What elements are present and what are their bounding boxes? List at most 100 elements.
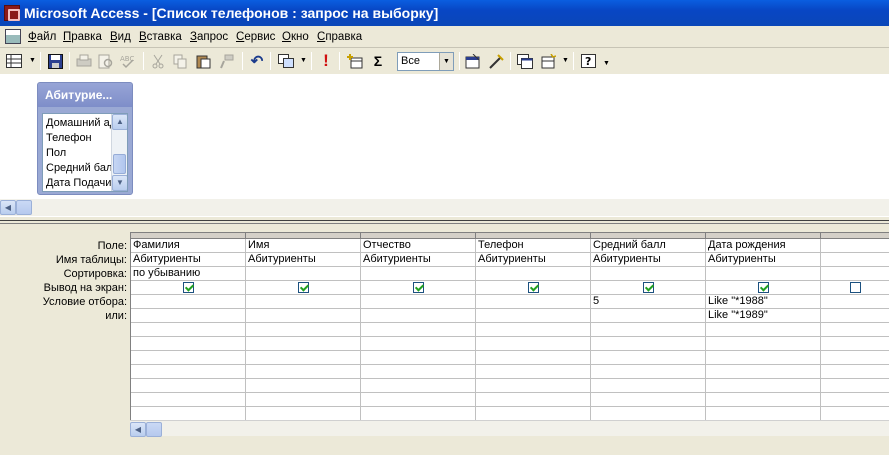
show-table-icon[interactable] (345, 51, 365, 71)
grid-cell-empty[interactable] (706, 379, 821, 393)
grid-cell-sort[interactable] (706, 267, 821, 281)
grid-cell-empty[interactable] (591, 407, 706, 421)
grid-cell-empty[interactable] (821, 351, 889, 365)
menu-5[interactable]: Сервис (236, 29, 275, 45)
grid-cell-or[interactable] (246, 309, 361, 323)
show-cell[interactable] (591, 281, 706, 295)
grid-cell-or[interactable] (591, 309, 706, 323)
grid-cell-empty[interactable] (131, 351, 246, 365)
grid-cell-or[interactable] (131, 309, 246, 323)
grid-cell-empty[interactable] (361, 351, 476, 365)
grid-cell-empty[interactable] (821, 393, 889, 407)
menu-0[interactable]: Файл (28, 29, 56, 45)
grid-cell-empty[interactable] (361, 365, 476, 379)
grid-cell-empty[interactable] (361, 407, 476, 421)
grid-cell-empty[interactable] (821, 337, 889, 351)
toolbar-options-icon[interactable]: ▼ (603, 60, 610, 67)
grid-cell-empty[interactable] (476, 337, 591, 351)
grid-cell-empty[interactable] (706, 365, 821, 379)
grid-cell-empty[interactable] (476, 351, 591, 365)
grid-cell-empty[interactable] (131, 393, 246, 407)
grid-cell-criteria[interactable] (361, 295, 476, 309)
copy-icon[interactable] (170, 51, 190, 71)
field-list-item[interactable]: Домашний адрес (46, 116, 112, 131)
menu-1[interactable]: Правка (63, 29, 102, 45)
grid-cell-empty[interactable] (591, 323, 706, 337)
grid-cell-empty[interactable] (476, 393, 591, 407)
grid-cell-table[interactable]: Абитуриенты (131, 253, 246, 267)
undo-icon[interactable]: ↶ (247, 51, 267, 71)
query-type-icon[interactable] (276, 51, 296, 71)
field-list-window[interactable]: Абитурие... Домашний адресТелефонПолСред… (37, 82, 133, 195)
pane-splitter[interactable] (0, 216, 889, 224)
menu-3[interactable]: Вставка (139, 29, 182, 45)
grid-cell-empty[interactable] (821, 379, 889, 393)
menu-4[interactable]: Запрос (190, 29, 228, 45)
grid-cell-empty[interactable] (706, 351, 821, 365)
grid-cell-table[interactable]: Абитуриенты (246, 253, 361, 267)
grid-cell-sort[interactable] (246, 267, 361, 281)
show-checkbox[interactable] (412, 282, 424, 293)
grid-cell-empty[interactable] (476, 407, 591, 421)
grid-cell-empty[interactable] (706, 407, 821, 421)
design-grid[interactable]: Фамилия Абитуриенты по убыванию Имя Абитурие… (130, 232, 889, 421)
properties-icon[interactable] (463, 51, 483, 71)
grid-cell-empty[interactable] (361, 337, 476, 351)
show-checkbox[interactable] (642, 282, 654, 293)
show-checkbox[interactable] (849, 282, 861, 293)
grid-cell-empty[interactable] (246, 323, 361, 337)
grid-cell-field[interactable]: Имя (246, 239, 361, 253)
grid-cell-table[interactable]: Абитуриенты (476, 253, 591, 267)
grid-cell-empty[interactable] (591, 351, 706, 365)
save-icon[interactable] (45, 51, 65, 71)
grid-cell-field[interactable]: Дата рождения (706, 239, 821, 253)
format-painter-icon[interactable] (216, 51, 236, 71)
field-list-item[interactable]: Средний балл (46, 161, 112, 176)
menu-2[interactable]: Вид (110, 29, 131, 45)
table-pane-scroll-thumb[interactable] (16, 200, 32, 215)
grid-cell-empty[interactable] (246, 351, 361, 365)
grid-cell-field[interactable] (821, 239, 889, 253)
grid-cell-empty[interactable] (591, 379, 706, 393)
grid-cell-sort[interactable] (476, 267, 591, 281)
grid-cell-sort[interactable]: по убыванию (131, 267, 246, 281)
grid-cell-sort[interactable] (361, 267, 476, 281)
grid-cell-or[interactable] (361, 309, 476, 323)
run-icon[interactable]: ! (316, 51, 336, 71)
grid-cell-empty[interactable] (591, 393, 706, 407)
grid-cell-field[interactable]: Фамилия (131, 239, 246, 253)
grid-cell-empty[interactable] (361, 379, 476, 393)
grid-cell-or[interactable]: Like "*1989" (706, 309, 821, 323)
top-values-arrow-icon[interactable]: ▼ (439, 53, 453, 70)
field-list-scrollbar[interactable]: ▲ ▼ (111, 114, 127, 191)
field-list-title[interactable]: Абитурие... (38, 83, 132, 107)
grid-cell-empty[interactable] (706, 337, 821, 351)
show-checkbox[interactable] (297, 282, 309, 293)
grid-scroll-left-icon[interactable]: ◀ (130, 422, 146, 437)
totals-icon[interactable]: Σ (368, 51, 388, 71)
grid-cell-table[interactable]: Абитуриенты (706, 253, 821, 267)
cut-icon[interactable] (148, 51, 168, 71)
grid-cell-empty[interactable] (591, 365, 706, 379)
grid-cell-table[interactable]: Абитуриенты (361, 253, 476, 267)
query-type-dropdown-icon[interactable]: ▼ (300, 57, 307, 64)
show-checkbox[interactable] (182, 282, 194, 293)
grid-cell-empty[interactable] (246, 393, 361, 407)
grid-cell-empty[interactable] (131, 337, 246, 351)
show-cell[interactable] (246, 281, 361, 295)
show-cell[interactable] (706, 281, 821, 295)
show-cell[interactable] (821, 281, 889, 295)
table-pane[interactable] (0, 74, 889, 199)
show-cell[interactable] (476, 281, 591, 295)
field-list-item[interactable]: Телефон (46, 131, 112, 146)
grid-cell-empty[interactable] (821, 365, 889, 379)
grid-cell-table[interactable] (821, 253, 889, 267)
grid-cell-empty[interactable] (821, 407, 889, 421)
grid-cell-field[interactable]: Телефон (476, 239, 591, 253)
show-cell[interactable] (361, 281, 476, 295)
grid-cell-criteria[interactable]: 5 (591, 295, 706, 309)
document-window-icon[interactable] (5, 29, 21, 44)
scroll-down-icon[interactable]: ▼ (112, 175, 127, 191)
grid-cell-empty[interactable] (246, 337, 361, 351)
build-icon[interactable] (486, 51, 506, 71)
